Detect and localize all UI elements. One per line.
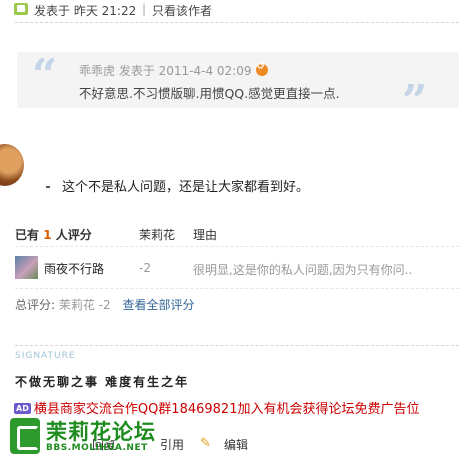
rating-score: -2 bbox=[139, 261, 151, 275]
rater-name[interactable]: 雨夜不行路 bbox=[44, 260, 104, 277]
close-quote-icon: ” bbox=[402, 76, 428, 127]
rating-col-reason: 理由 bbox=[193, 228, 218, 242]
text-marker bbox=[46, 186, 50, 188]
quote-box: “ 乖乖虎 发表于 2011-4-4 02:09 不好意思.不习惯版聊.用惯QQ… bbox=[17, 50, 459, 124]
divider bbox=[15, 246, 459, 247]
signature-label: SIGNATURE bbox=[15, 351, 76, 361]
quote-button[interactable]: 引用 bbox=[160, 436, 184, 453]
rating-count: 1 bbox=[43, 228, 52, 242]
online-status-icon bbox=[14, 3, 28, 15]
divider bbox=[15, 288, 459, 289]
rating-row: 雨夜不行路 -2 很明显,这是你的私人问题,因为只有你问.. bbox=[15, 256, 459, 282]
divider bbox=[15, 22, 459, 23]
rating-count-label: 已有 1 人评分 bbox=[15, 228, 92, 242]
open-quote-icon: “ bbox=[32, 50, 58, 101]
ad-link[interactable]: 横县商家交流合作QQ群18469821加入有机会获得论坛免费广告位 bbox=[34, 402, 420, 417]
divider bbox=[15, 345, 459, 346]
signature-ad: AD 横县商家交流合作QQ群18469821加入有机会获得论坛免费广告位 bbox=[14, 398, 419, 417]
edit-button[interactable]: 编辑 bbox=[224, 436, 248, 453]
rating-reason: 很明显,这是你的私人问题,因为只有你问.. bbox=[193, 263, 413, 277]
rating-total: 总评分: 茉莉花 -2 查看全部评分 bbox=[15, 296, 195, 313]
pencil-icon: ✎ bbox=[200, 436, 211, 451]
signature-text: 不做无聊之事 难度有生之年 bbox=[15, 375, 190, 389]
forum-watermark: 茉莉花论坛 BBS.MOLIHUA.NET bbox=[10, 416, 160, 458]
rating-total-label: 总评分: bbox=[15, 298, 56, 312]
emoticon-image bbox=[0, 144, 24, 186]
watermark-logo-icon bbox=[10, 418, 40, 454]
post-content: 这个不是私人问题，还是让大家都看到好。 bbox=[62, 180, 310, 195]
quote-author-time: 乖乖虎 发表于 2011-4-4 02:09 bbox=[79, 64, 252, 78]
avatar[interactable] bbox=[15, 256, 38, 279]
only-author-link[interactable]: 只看该作者 bbox=[152, 2, 212, 19]
post-header: 发表于 昨天 21:22 | 只看该作者 bbox=[0, 0, 459, 20]
quote-meta: 乖乖虎 发表于 2011-4-4 02:09 bbox=[79, 61, 268, 79]
jump-to-post-icon[interactable] bbox=[255, 61, 268, 76]
view-all-ratings-link[interactable]: 查看全部评分 bbox=[122, 298, 194, 312]
watermark-name: 茉莉花论坛 bbox=[46, 420, 156, 444]
rating-col-flower: 茉莉花 bbox=[139, 228, 176, 242]
rating-total-value: 茉莉花 -2 bbox=[58, 298, 111, 312]
ad-badge: AD bbox=[14, 403, 31, 414]
watermark-url: BBS.MOLIHUA.NET bbox=[46, 443, 148, 453]
post-time: 发表于 昨天 21:22 bbox=[34, 4, 137, 18]
quote-text: 不好意思.不习惯版聊.用惯QQ.感觉更直接一点. bbox=[79, 86, 340, 101]
header-separator: | bbox=[142, 2, 147, 16]
